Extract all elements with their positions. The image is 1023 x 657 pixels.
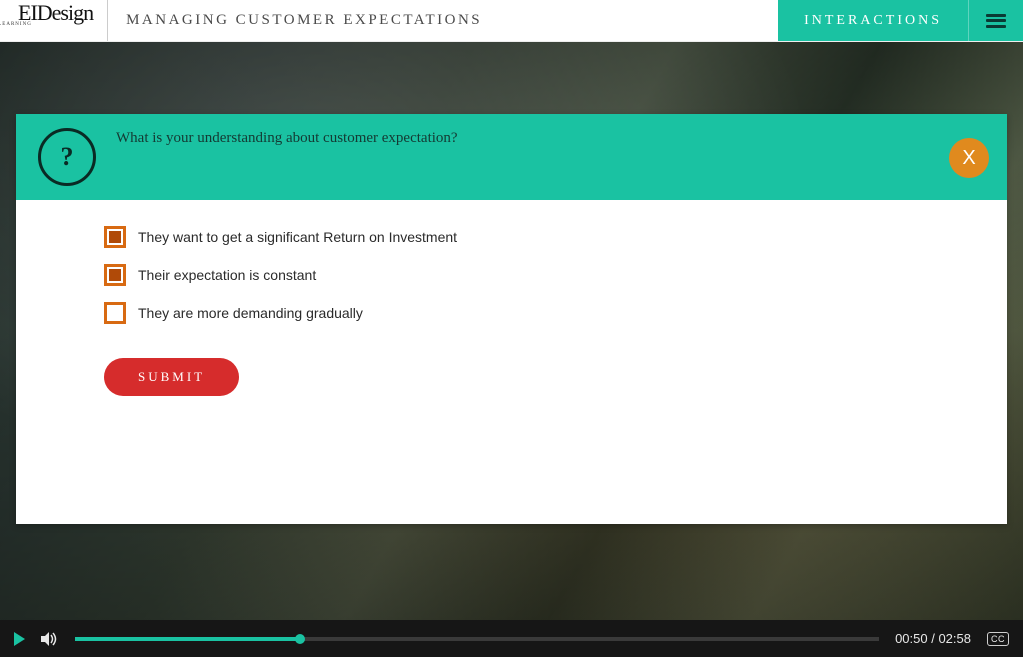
hamburger-icon	[986, 14, 1006, 28]
quiz-option[interactable]: They want to get a significant Return on…	[104, 226, 919, 248]
volume-icon[interactable]	[41, 632, 59, 646]
quiz-option[interactable]: They are more demanding gradually	[104, 302, 919, 324]
course-title: MANAGING CUSTOMER EXPECTATIONS	[108, 12, 482, 29]
cc-button[interactable]: CC	[987, 632, 1009, 646]
play-icon[interactable]	[14, 632, 25, 646]
header-bar: EIDesign ENERGISING LEARNING MANAGING CU…	[0, 0, 1023, 42]
checkbox-icon[interactable]	[104, 226, 126, 248]
submit-button[interactable]: SUBMIT	[104, 358, 239, 396]
quiz-header: ? What is your understanding about custo…	[16, 114, 1007, 200]
checkbox-icon[interactable]	[104, 302, 126, 324]
interactions-button[interactable]: INTERACTIONS	[778, 0, 969, 41]
checkbox-icon[interactable]	[104, 264, 126, 286]
video-stage: ? What is your understanding about custo…	[0, 42, 1023, 620]
option-label: They are more demanding gradually	[138, 305, 363, 321]
quiz-option[interactable]: Their expectation is constant	[104, 264, 919, 286]
progress-knob[interactable]	[295, 634, 305, 644]
menu-button[interactable]	[969, 0, 1023, 41]
time-display: 00:50 / 02:58	[895, 631, 971, 646]
option-label: Their expectation is constant	[138, 267, 316, 283]
question-text: What is your understanding about custome…	[116, 130, 458, 147]
quiz-panel: ? What is your understanding about custo…	[16, 114, 1007, 524]
player-bar: 00:50 / 02:58 CC	[0, 620, 1023, 657]
progress-bar[interactable]	[75, 637, 879, 641]
progress-fill	[75, 637, 300, 641]
option-label: They want to get a significant Return on…	[138, 229, 457, 245]
quiz-body: They want to get a significant Return on…	[16, 200, 1007, 422]
time-total: 02:58	[938, 631, 971, 646]
logo-tagline: ENERGISING LEARNING	[0, 22, 32, 27]
close-button[interactable]: X	[949, 138, 989, 178]
header-right: INTERACTIONS	[778, 0, 1023, 41]
question-mark-icon: ?	[38, 128, 96, 186]
app-root: EIDesign ENERGISING LEARNING MANAGING CU…	[0, 0, 1023, 657]
brand-logo: EIDesign ENERGISING LEARNING	[0, 0, 108, 41]
time-elapsed: 00:50	[895, 631, 928, 646]
